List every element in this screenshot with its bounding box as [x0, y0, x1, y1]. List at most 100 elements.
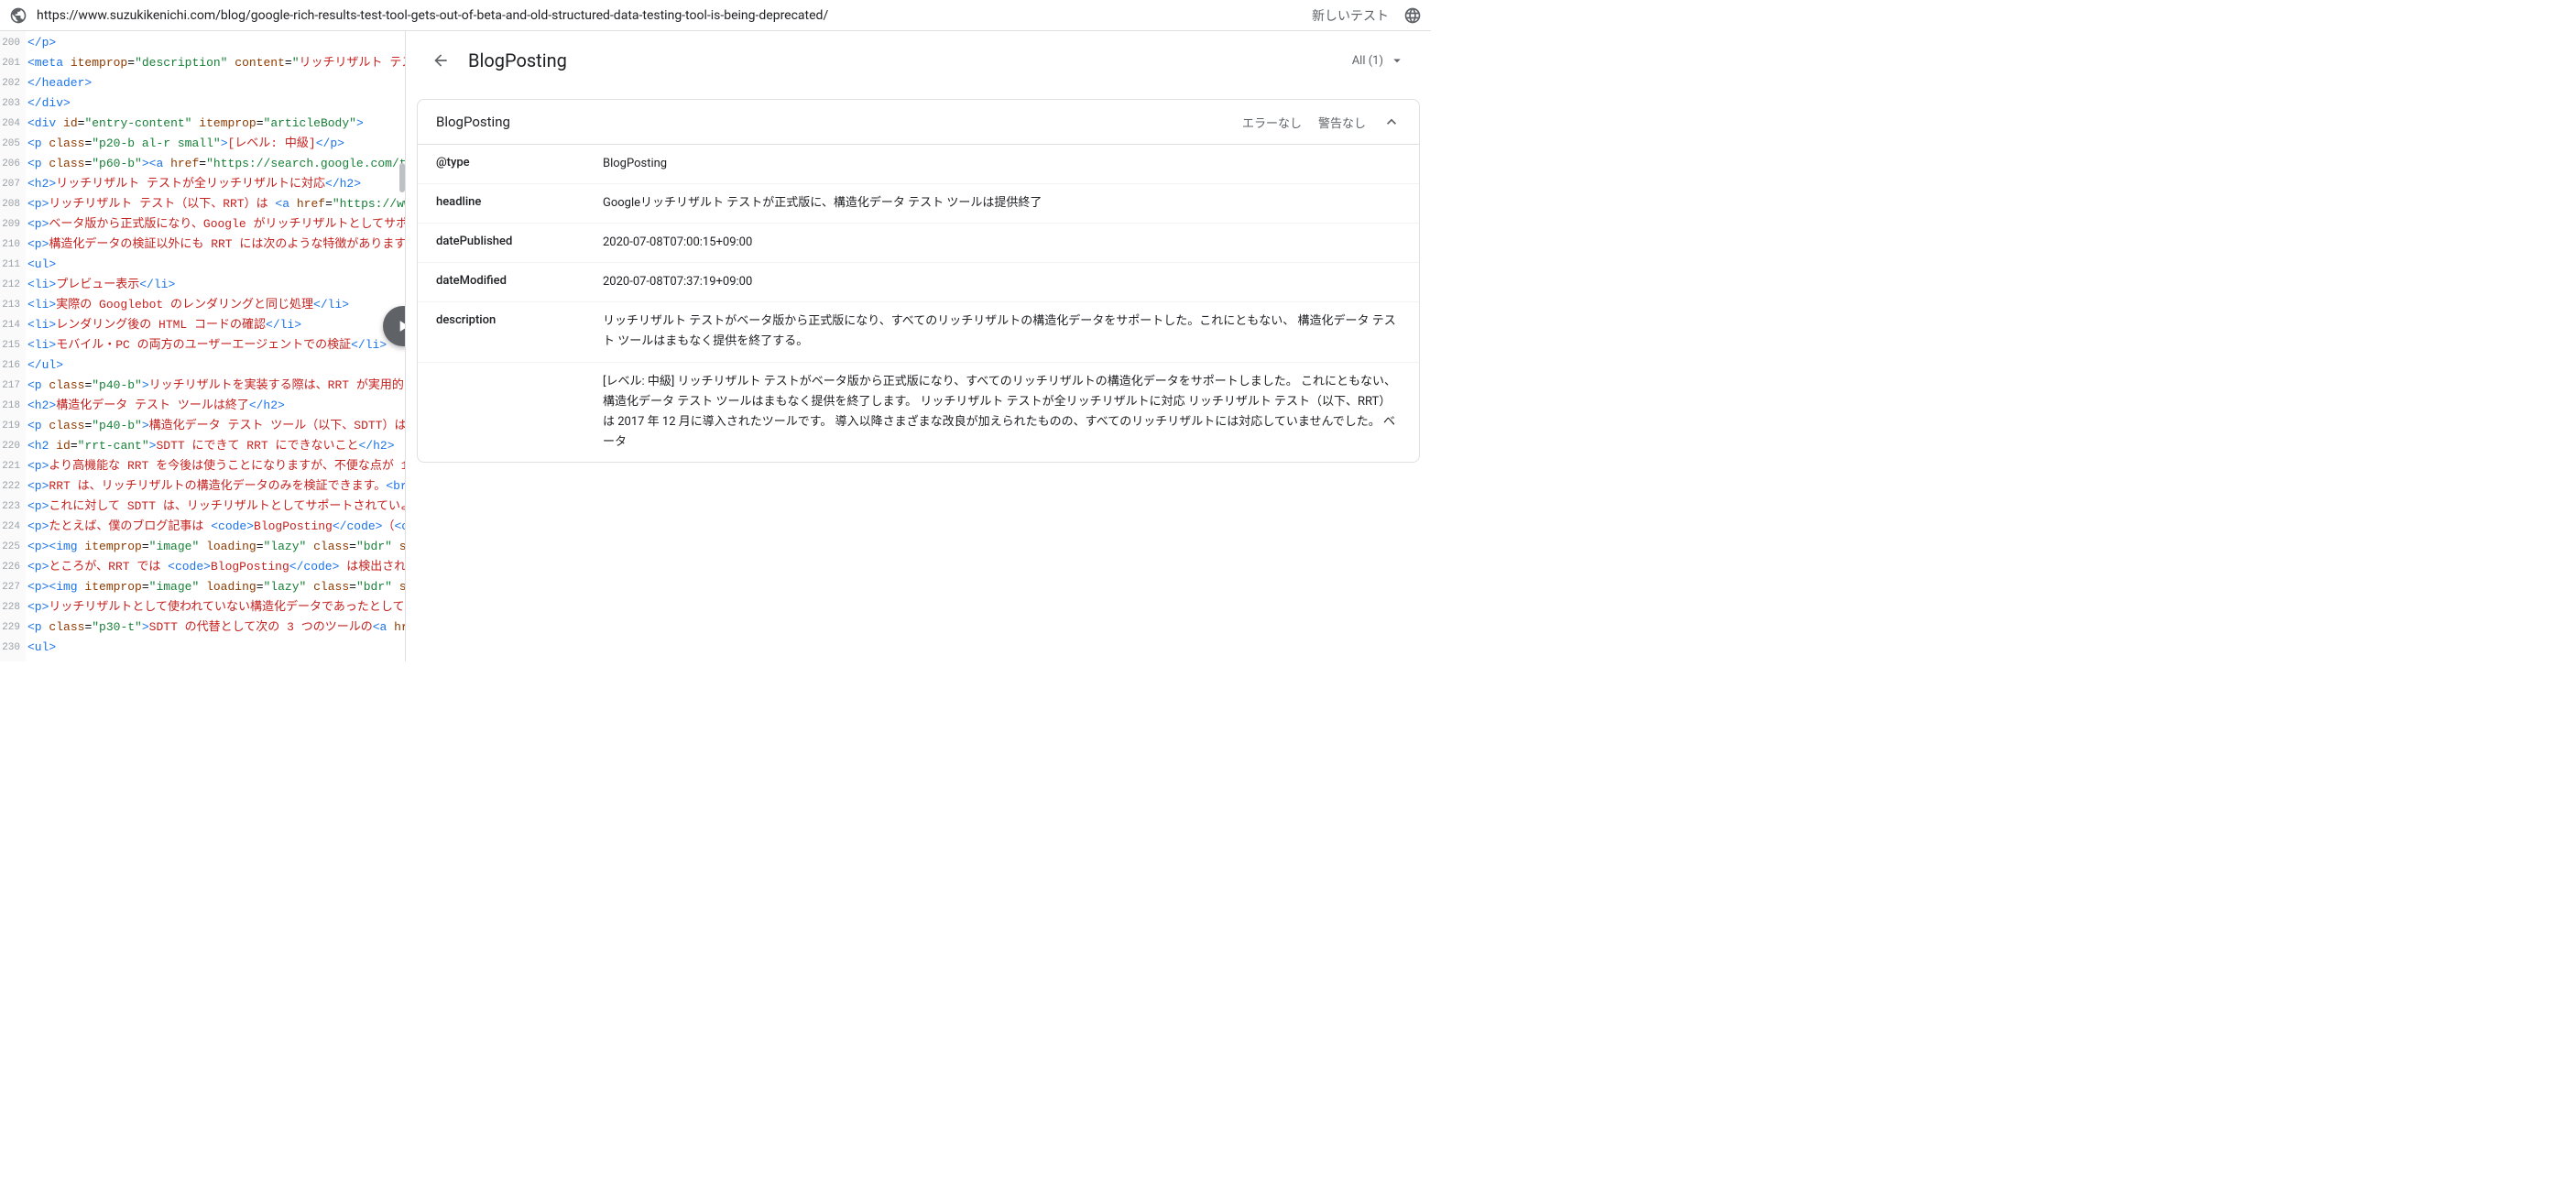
property-value: Googleリッチリザルト テストが正式版に、構造化データ テスト ツールは提供…: [603, 193, 1401, 213]
line-number: 226: [0, 557, 26, 577]
code-line[interactable]: <h2 id="rrt-cant">SDTT にできて RRT にできないこと<…: [26, 436, 405, 456]
line-number: 216: [0, 355, 26, 376]
code-line[interactable]: <li><a href="https://www.bing.com/webmas…: [26, 658, 405, 661]
property-row[interactable]: descriptionリッチリザルト テストがベータ版から正式版になり、すべての…: [418, 302, 1419, 362]
chevron-up-icon[interactable]: [1382, 113, 1401, 131]
play-icon: [394, 317, 405, 335]
line-number: 229: [0, 617, 26, 638]
property-key: dateModified: [436, 272, 603, 292]
property-row[interactable]: datePublished2020-07-08T07:00:15+09:00: [418, 224, 1419, 263]
code-line[interactable]: <p><img itemprop="image" loading="lazy" …: [26, 577, 405, 597]
code-line[interactable]: </ul>: [26, 355, 405, 376]
code-line[interactable]: <p>たとえば、僕のブログ記事は <code>BlogPosting</code…: [26, 517, 405, 537]
app-header: https://www.suzukikenichi.com/blog/googl…: [0, 0, 1431, 31]
language-icon[interactable]: [1403, 6, 1422, 25]
code-line[interactable]: <p><img itemprop="image" loading="lazy" …: [26, 537, 405, 557]
url-display: https://www.suzukikenichi.com/blog/googl…: [37, 8, 1312, 23]
globe-icon: [9, 6, 27, 25]
code-line[interactable]: <p>より高機能な RRT を今後は使うことになりますが、不便な点が 1 つ出て…: [26, 456, 405, 476]
code-line[interactable]: <p>RRT は、リッチリザルトの構造化データのみを検証できます。<br />言…: [26, 476, 405, 497]
code-line[interactable]: <p class="p40-b">構造化データ テスト ツール（以下、SDTT）…: [26, 416, 405, 436]
code-line[interactable]: <li>プレビュー表示</li>: [26, 275, 405, 295]
filter-dropdown[interactable]: All (1): [1352, 52, 1405, 69]
code-line[interactable]: <p class="p40-b">リッチリザルトを実装する際は、RRT が実用的…: [26, 376, 405, 396]
code-line[interactable]: </p>: [26, 33, 405, 53]
line-number: 201: [0, 53, 26, 73]
line-number: 209: [0, 214, 26, 235]
detail-panel: BlogPosting All (1) BlogPosting エラーなし 警告…: [405, 31, 1431, 661]
line-number: 230: [0, 638, 26, 658]
code-line[interactable]: <p>これに対して SDTT は、リッチリザルトとしてサポートされていようがされ…: [26, 497, 405, 517]
line-number: 214: [0, 315, 26, 335]
no-warnings-badge: 警告なし: [1318, 114, 1366, 131]
new-test-button[interactable]: 新しいテスト: [1312, 6, 1389, 25]
code-line[interactable]: <li>モバイル・PC の両方のユーザーエージェントでの検証</li>: [26, 335, 405, 355]
properties-list: @typeBlogPostingheadlineGoogleリッチリザルト テス…: [418, 145, 1419, 462]
code-line[interactable]: <meta itemprop="description" content="リッ…: [26, 53, 405, 73]
property-row[interactable]: headlineGoogleリッチリザルト テストが正式版に、構造化データ テス…: [418, 184, 1419, 224]
code-line[interactable]: <p class="p20-b al-r small">[レベル: 中級]</p…: [26, 134, 405, 154]
back-arrow-icon[interactable]: [431, 51, 450, 70]
code-line[interactable]: <li>実際の Googlebot のレンダリングと同じ処理</li>: [26, 295, 405, 315]
result-card: BlogPosting エラーなし 警告なし @typeBlogPostingh…: [417, 99, 1420, 463]
line-number: 221: [0, 456, 26, 476]
line-number: 220: [0, 436, 26, 456]
line-number: 219: [0, 416, 26, 436]
card-header[interactable]: BlogPosting エラーなし 警告なし: [418, 100, 1419, 145]
property-key: headline: [436, 193, 603, 213]
property-value: [レベル: 中級] リッチリザルト テストがベータ版から正式版になり、すべてのリ…: [603, 372, 1401, 453]
line-number: 200: [0, 33, 26, 53]
code-line[interactable]: <h2>構造化データ テスト ツールは終了</h2>: [26, 396, 405, 416]
line-number: 228: [0, 597, 26, 617]
line-gutter: 2002012022032042052062072082092102112122…: [0, 31, 26, 661]
code-panel: 2002012022032042052062072082092102112122…: [0, 31, 405, 661]
no-errors-badge: エラーなし: [1242, 114, 1302, 131]
property-row[interactable]: [レベル: 中級] リッチリザルト テストがベータ版から正式版になり、すべてのリ…: [418, 363, 1419, 462]
detail-header: BlogPosting All (1): [406, 31, 1431, 90]
line-number: 217: [0, 376, 26, 396]
line-number: 213: [0, 295, 26, 315]
main-content: 2002012022032042052062072082092102112122…: [0, 31, 1431, 661]
line-number: 222: [0, 476, 26, 497]
code-line[interactable]: <p class="p60-b"><a href="https://search…: [26, 154, 405, 174]
line-number: 207: [0, 174, 26, 194]
line-number: 231: [0, 658, 26, 661]
code-line[interactable]: <p>ベータ版から正式版になり、Google がリッチリザルトとしてサポートする…: [26, 214, 405, 235]
code-line[interactable]: <p>構造化データの検証以外にも RRT には次のような特徴があります。</p>: [26, 235, 405, 255]
code-line[interactable]: <ul>: [26, 255, 405, 275]
code-line[interactable]: <ul>: [26, 638, 405, 658]
code-line[interactable]: <p>リッチリザルトとして使われていない構造化データであったとしても、実装するこ…: [26, 597, 405, 617]
code-line[interactable]: </header>: [26, 73, 405, 93]
property-value: BlogPosting: [603, 154, 1401, 174]
dropdown-arrow-icon: [1389, 52, 1405, 69]
property-key: datePublished: [436, 233, 603, 253]
line-number: 205: [0, 134, 26, 154]
property-key: [436, 372, 603, 453]
line-number: 224: [0, 517, 26, 537]
property-row[interactable]: dateModified2020-07-08T07:37:19+09:00: [418, 263, 1419, 302]
property-value: リッチリザルト テストがベータ版から正式版になり、すべてのリッチリザルトの構造化…: [603, 311, 1401, 352]
property-row[interactable]: @typeBlogPosting: [418, 145, 1419, 184]
line-number: 227: [0, 577, 26, 597]
filter-label: All (1): [1352, 54, 1383, 68]
line-number: 203: [0, 93, 26, 114]
property-key: @type: [436, 154, 603, 174]
code-line[interactable]: <p>ところが、RRT では <code>BlogPosting</code> …: [26, 557, 405, 577]
card-title: BlogPosting: [436, 114, 1226, 130]
code-line[interactable]: <p>リッチリザルト テスト（以下、RRT）は <a href="https:/…: [26, 194, 405, 214]
line-number: 215: [0, 335, 26, 355]
code-line[interactable]: <div id="entry-content" itemprop="articl…: [26, 114, 405, 134]
line-number: 223: [0, 497, 26, 517]
line-number: 204: [0, 114, 26, 134]
code-line[interactable]: <p class="p30-t">SDTT の代替として次の 3 つのツールの<…: [26, 617, 405, 638]
line-number: 206: [0, 154, 26, 174]
property-value: 2020-07-08T07:37:19+09:00: [603, 272, 1401, 292]
code-line[interactable]: </div>: [26, 93, 405, 114]
line-number: 218: [0, 396, 26, 416]
detail-title: BlogPosting: [468, 49, 1352, 71]
line-number: 208: [0, 194, 26, 214]
line-number: 212: [0, 275, 26, 295]
code-view[interactable]: </p><meta itemprop="description" content…: [26, 31, 405, 661]
code-line[interactable]: <li>レンダリング後の HTML コードの確認</li>: [26, 315, 405, 335]
code-line[interactable]: <h2>リッチリザルト テストが全リッチリザルトに対応</h2>: [26, 174, 405, 194]
